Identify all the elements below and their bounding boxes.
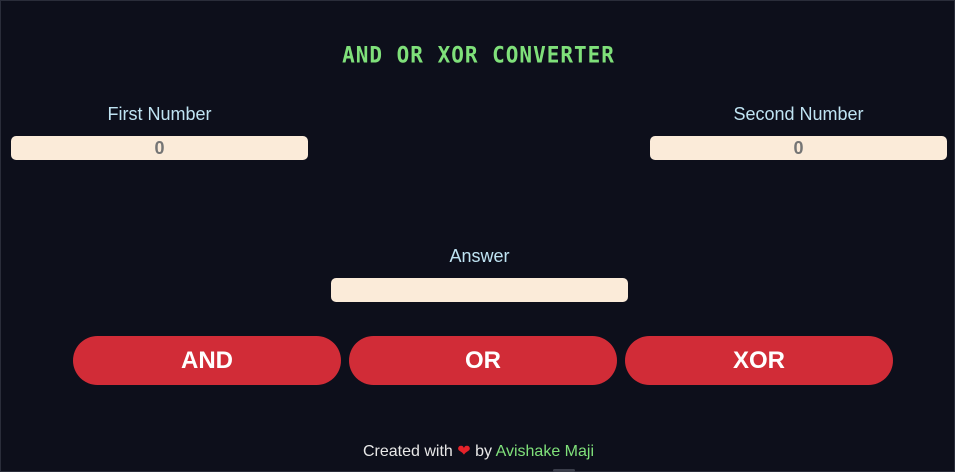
page-title: AND OR XOR CONVERTER bbox=[342, 42, 615, 68]
first-number-label: First Number bbox=[107, 104, 212, 124]
first-number-input[interactable] bbox=[11, 136, 308, 160]
answer-label: Answer bbox=[449, 246, 510, 266]
answer-field[interactable] bbox=[331, 278, 628, 302]
xor-button[interactable]: XOR bbox=[625, 336, 893, 385]
second-number-label: Second Number bbox=[733, 104, 864, 124]
second-number-input[interactable] bbox=[650, 136, 947, 160]
or-button[interactable]: OR bbox=[349, 336, 617, 385]
footer-prefix: Created with bbox=[362, 443, 453, 460]
and-button[interactable]: AND bbox=[73, 336, 341, 385]
converter-page: AND OR XOR CONVERTER First Number Second… bbox=[0, 0, 955, 472]
footer-by: by bbox=[475, 443, 493, 460]
footer: Created with ❤ by Avishake Maji bbox=[1, 441, 955, 461]
heart-icon: ❤ bbox=[457, 443, 471, 460]
author-link[interactable]: Avishake Maji bbox=[496, 443, 594, 460]
